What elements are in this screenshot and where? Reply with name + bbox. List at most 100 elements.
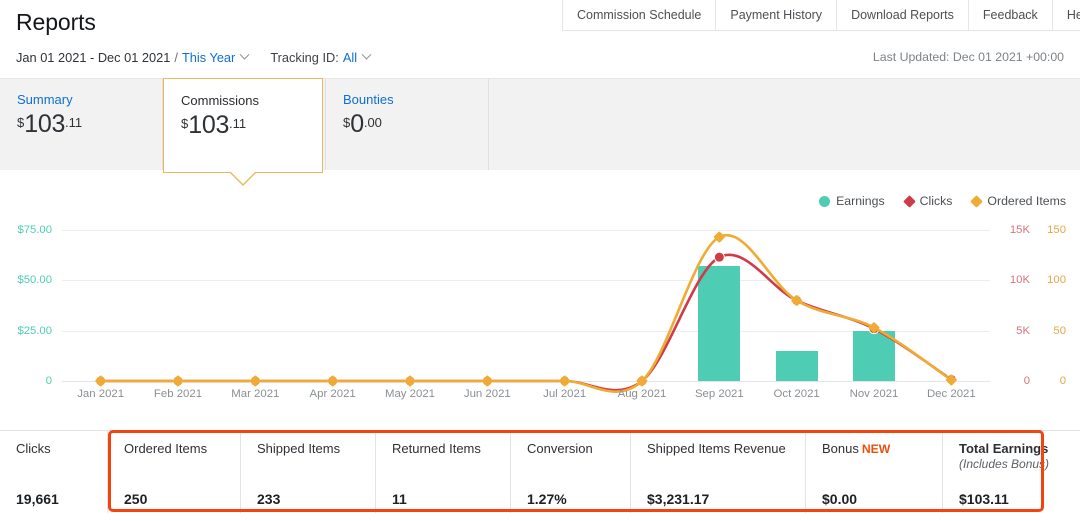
y-axis-tick-clicks: 15K [1004,224,1030,236]
summary-label-summary: Summary [17,92,162,107]
currency-symbol: $ [17,116,24,129]
chevron-down-icon-tracking[interactable] [362,50,372,60]
amount-whole: 103 [24,112,65,137]
new-badge: NEW [862,442,890,456]
line-ordered-items [101,235,952,392]
column-header-subtitle: (Includes Bonus) [959,457,1080,471]
nav-item-download-reports[interactable]: Download Reports [836,0,968,30]
metrics-table: Clicks 19,661 Ordered Items 250 Shipped Item… [0,430,1080,513]
datapoint-clicks-dec-2021[interactable] [946,374,956,384]
summary-amount-bounties: $0.00 [343,112,488,137]
datapoint-clicks-sep-2021[interactable] [714,252,724,262]
amount-cents: .11 [65,116,82,129]
table-value-shipped-items-revenue: $3,231.17 [647,491,709,507]
table-cell-clicks: Clicks 19,661 [0,431,108,513]
period-selector-link[interactable]: This Year [182,50,235,65]
column-header-label: Conversion [527,441,593,456]
y-axis-tick-ordered-items: 50 [1040,325,1066,337]
table-header-returned-items: Returned Items [392,441,510,456]
table-cell-shipped-items-revenue: Shipped Items Revenue $3,231.17 [631,431,806,513]
axis-baseline [62,381,990,382]
table-value-clicks: 19,661 [16,491,59,507]
table-cell-shipped-items: Shipped Items 233 [241,431,376,513]
gridline [62,331,990,332]
table-cell-total-earnings: Total Earnings(Includes Bonus) $103.11 [943,431,1080,513]
x-axis-tick: Apr 2021 [310,388,356,400]
y-axis-tick-clicks: 0 [1004,375,1030,387]
column-header-label: Total Earnings [959,441,1048,456]
gridline [62,230,990,231]
x-axis-tick: Aug 2021 [618,388,667,400]
x-axis-tick: Mar 2021 [231,388,279,400]
nav-item-help[interactable]: Help [1052,0,1080,30]
table-value-total-earnings: $103.11 [959,491,1009,507]
page-title: Reports [16,9,96,36]
table-header-conversion: Conversion [527,441,630,456]
table-row: Clicks 19,661 Ordered Items 250 Shipped Item… [0,430,1080,513]
tooltip-currency-symbol: $ [181,117,188,130]
y-axis-tick-clicks: 5K [1004,325,1030,337]
summary-amount-summary: $103.11 [17,112,162,137]
tracking-id-value-link[interactable]: All [343,50,357,65]
column-header-label: Clicks [16,441,51,456]
table-value-bonus: $0.00 [822,491,857,507]
tooltip-amount-cents: .11 [229,117,246,130]
table-header-total-earnings: Total Earnings(Includes Bonus) [959,441,1080,471]
summary-label-bounties: Bounties [343,92,488,107]
table-header-clicks: Clicks [16,441,107,456]
datapoint-ordered-items-dec-2021[interactable] [945,374,957,386]
x-axis-tick: May 2021 [385,388,435,400]
y-axis-tick-ordered-items: 150 [1040,224,1066,236]
bar-earnings-oct-2021[interactable] [776,351,818,381]
chart-plot-area: $75.00$50.00$25.00015K10K5K0150100500Jan… [0,182,1080,430]
table-header-shipped-items-revenue: Shipped Items Revenue [647,441,805,456]
column-header-label: Bonus [822,441,859,456]
y-axis-tick-ordered-items: 0 [1040,375,1066,387]
bar-earnings-sep-2021[interactable] [698,266,740,381]
tooltip-pointer-fill [230,171,256,184]
top-navigation: Commission SchedulePayment HistoryDownlo… [562,0,1080,31]
table-cell-returned-items: Returned Items11 [376,431,511,513]
nav-item-feedback[interactable]: Feedback [968,0,1052,30]
amount-cents: .00 [364,116,382,129]
filter-separator: / [174,50,178,65]
summary-band-filler [489,79,1080,170]
table-cell-bonus: BonusNEW $0.00 [806,431,943,513]
column-header-label: Shipped Items [257,441,340,456]
table-header-ordered-items: Ordered Items [124,441,240,456]
datapoint-clicks-oct-2021[interactable] [792,295,802,305]
datapoint-ordered-items-sep-2021[interactable] [713,231,725,243]
nav-item-commission-schedule[interactable]: Commission Schedule [562,0,715,30]
nav-item-payment-history[interactable]: Payment History [715,0,836,30]
date-range-text: Jan 01 2021 - Dec 01 2021 [16,50,170,65]
amount-whole: 0 [350,112,364,137]
table-header-shipped-items: Shipped Items [257,441,375,456]
column-header-label: Ordered Items [124,441,207,456]
y-axis-tick-ordered-items: 100 [1040,274,1066,286]
y-axis-tick-earnings: 0 [0,375,52,387]
x-axis-tick: Nov 2021 [850,388,899,400]
table-value-conversion: 1.27% [527,491,567,507]
x-axis-tick: Oct 2021 [774,388,820,400]
table-cell-conversion: Conversion 1.27% [511,431,631,513]
tooltip-amount: $ 103 .11 [181,113,322,138]
y-axis-tick-earnings: $25.00 [0,325,52,337]
reports-page: Commission SchedulePayment HistoryDownlo… [0,0,1080,521]
y-axis-tick-earnings: $75.00 [0,224,52,236]
chevron-down-icon-period[interactable] [240,50,250,60]
gridline [62,280,990,281]
last-updated-text: Last Updated: Dec 01 2021 +00:00 [873,50,1064,64]
summary-cell-bounties[interactable]: Bounties $0.00 [326,79,489,170]
tooltip-label: Commissions [181,93,322,108]
x-axis-tick: Sep 2021 [695,388,744,400]
table-value-shipped-items: 233 [257,491,280,507]
datapoint-ordered-items-oct-2021[interactable] [791,295,803,307]
table-cell-ordered-items: Ordered Items 250 [108,431,241,513]
column-header-label: Returned Items [392,441,481,456]
summary-cell-summary[interactable]: Summary $103.11 [0,79,163,170]
commissions-tooltip-card: Commissions $ 103 .11 [163,78,323,173]
earnings-chart: EarningsClicksOrdered Items $75.00$50.00… [0,182,1080,430]
bar-earnings-nov-2021[interactable] [853,331,895,381]
table-value-ordered-items: 250 [124,491,147,507]
tooltip-amount-whole: 103 [188,113,229,138]
